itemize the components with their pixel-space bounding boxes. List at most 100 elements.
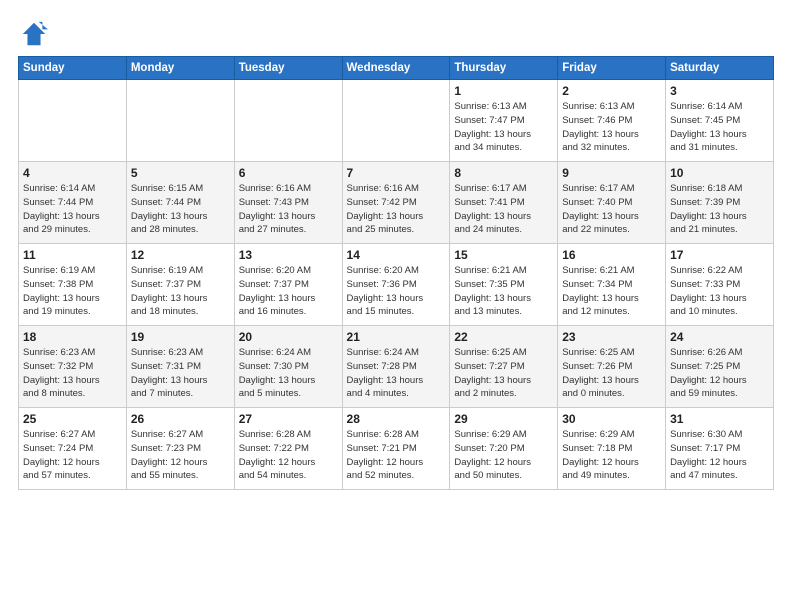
day-info: Sunrise: 6:17 AMSunset: 7:41 PMDaylight:… [454, 182, 553, 237]
calendar-week-row: 4 Sunrise: 6:14 AMSunset: 7:44 PMDaylight… [19, 162, 774, 244]
weekday-header: Sunday [19, 57, 127, 80]
day-number: 27 [239, 412, 338, 426]
calendar-day-cell: 7 Sunrise: 6:16 AMSunset: 7:42 PMDaylight… [342, 162, 450, 244]
calendar-day-cell: 19Sunrise: 6:23 AMSunset: 7:31 PMDayligh… [126, 326, 234, 408]
day-number: 1 [454, 84, 553, 98]
day-info: Sunrise: 6:14 AMSunset: 7:44 PMDaylight:… [23, 182, 122, 237]
day-number: 14 [347, 248, 446, 262]
day-number: 28 [347, 412, 446, 426]
day-info: Sunrise: 6:19 AMSunset: 7:38 PMDaylight:… [23, 264, 122, 319]
day-number: 29 [454, 412, 553, 426]
day-number: 8 [454, 166, 553, 180]
calendar-header: SundayMondayTuesdayWednesdayThursdayFrid… [19, 57, 774, 80]
calendar-day-cell: 9 Sunrise: 6:17 AMSunset: 7:40 PMDaylight… [558, 162, 666, 244]
day-number: 17 [670, 248, 769, 262]
day-number: 11 [23, 248, 122, 262]
day-number: 7 [347, 166, 446, 180]
day-info: Sunrise: 6:13 AMSunset: 7:46 PMDaylight:… [562, 100, 661, 155]
day-info: Sunrise: 6:15 AMSunset: 7:44 PMDaylight:… [131, 182, 230, 237]
day-info: Sunrise: 6:24 AMSunset: 7:28 PMDaylight:… [347, 346, 446, 401]
weekday-header: Wednesday [342, 57, 450, 80]
day-info: Sunrise: 6:22 AMSunset: 7:33 PMDaylight:… [670, 264, 769, 319]
day-number: 31 [670, 412, 769, 426]
header [18, 16, 774, 48]
calendar-day-cell: 3 Sunrise: 6:14 AMSunset: 7:45 PMDaylight… [666, 80, 774, 162]
calendar-day-cell: 16Sunrise: 6:21 AMSunset: 7:34 PMDayligh… [558, 244, 666, 326]
day-info: Sunrise: 6:27 AMSunset: 7:24 PMDaylight:… [23, 428, 122, 483]
calendar-day-cell: 11 Sunrise: 6:19 AMSunset: 7:38 PMDayligh… [19, 244, 127, 326]
day-number: 9 [562, 166, 661, 180]
weekday-header: Tuesday [234, 57, 342, 80]
calendar-day-cell: 22 Sunrise: 6:25 AMSunset: 7:27 PMDayligh… [450, 326, 558, 408]
day-info: Sunrise: 6:24 AMSunset: 7:30 PMDaylight:… [239, 346, 338, 401]
day-number: 30 [562, 412, 661, 426]
weekday-header: Friday [558, 57, 666, 80]
calendar-day-cell: 12 Sunrise: 6:19 AMSunset: 7:37 PMDayligh… [126, 244, 234, 326]
calendar-day-cell: 28 Sunrise: 6:28 AMSunset: 7:21 PMDayligh… [342, 408, 450, 490]
calendar-day-cell: 5 Sunrise: 6:15 AMSunset: 7:44 PMDaylight… [126, 162, 234, 244]
day-info: Sunrise: 6:27 AMSunset: 7:23 PMDaylight:… [131, 428, 230, 483]
calendar-day-cell [19, 80, 127, 162]
day-number: 26 [131, 412, 230, 426]
day-info: Sunrise: 6:16 AMSunset: 7:42 PMDaylight:… [347, 182, 446, 237]
calendar-day-cell: 17 Sunrise: 6:22 AMSunset: 7:33 PMDayligh… [666, 244, 774, 326]
day-number: 6 [239, 166, 338, 180]
calendar-day-cell: 10 Sunrise: 6:18 AMSunset: 7:39 PMDayligh… [666, 162, 774, 244]
calendar-day-cell: 6 Sunrise: 6:16 AMSunset: 7:43 PMDaylight… [234, 162, 342, 244]
calendar-day-cell: 15Sunrise: 6:21 AMSunset: 7:35 PMDayligh… [450, 244, 558, 326]
day-info: Sunrise: 6:28 AMSunset: 7:21 PMDaylight:… [347, 428, 446, 483]
calendar-day-cell: 1 Sunrise: 6:13 AMSunset: 7:47 PMDaylight… [450, 80, 558, 162]
weekday-header: Saturday [666, 57, 774, 80]
day-info: Sunrise: 6:16 AMSunset: 7:43 PMDaylight:… [239, 182, 338, 237]
calendar-day-cell: 21 Sunrise: 6:24 AMSunset: 7:28 PMDayligh… [342, 326, 450, 408]
logo [18, 20, 48, 48]
calendar-day-cell: 13 Sunrise: 6:20 AMSunset: 7:37 PMDayligh… [234, 244, 342, 326]
day-info: Sunrise: 6:26 AMSunset: 7:25 PMDaylight:… [670, 346, 769, 401]
calendar-day-cell: 27Sunrise: 6:28 AMSunset: 7:22 PMDayligh… [234, 408, 342, 490]
day-info: Sunrise: 6:17 AMSunset: 7:40 PMDaylight:… [562, 182, 661, 237]
calendar-day-cell: 18Sunrise: 6:23 AMSunset: 7:32 PMDayligh… [19, 326, 127, 408]
calendar-week-row: 18Sunrise: 6:23 AMSunset: 7:32 PMDayligh… [19, 326, 774, 408]
calendar-day-cell: 26 Sunrise: 6:27 AMSunset: 7:23 PMDayligh… [126, 408, 234, 490]
weekday-header: Monday [126, 57, 234, 80]
calendar-day-cell: 23 Sunrise: 6:25 AMSunset: 7:26 PMDayligh… [558, 326, 666, 408]
day-info: Sunrise: 6:19 AMSunset: 7:37 PMDaylight:… [131, 264, 230, 319]
calendar-day-cell: 31 Sunrise: 6:30 AMSunset: 7:17 PMDayligh… [666, 408, 774, 490]
day-number: 4 [23, 166, 122, 180]
day-number: 10 [670, 166, 769, 180]
day-info: Sunrise: 6:13 AMSunset: 7:47 PMDaylight:… [454, 100, 553, 155]
calendar-day-cell: 29 Sunrise: 6:29 AMSunset: 7:20 PMDayligh… [450, 408, 558, 490]
day-info: Sunrise: 6:25 AMSunset: 7:27 PMDaylight:… [454, 346, 553, 401]
day-number: 5 [131, 166, 230, 180]
calendar-week-row: 11 Sunrise: 6:19 AMSunset: 7:38 PMDayligh… [19, 244, 774, 326]
weekday-row: SundayMondayTuesdayWednesdayThursdayFrid… [19, 57, 774, 80]
day-info: Sunrise: 6:14 AMSunset: 7:45 PMDaylight:… [670, 100, 769, 155]
day-info: Sunrise: 6:20 AMSunset: 7:37 PMDaylight:… [239, 264, 338, 319]
day-info: Sunrise: 6:18 AMSunset: 7:39 PMDaylight:… [670, 182, 769, 237]
day-number: 16 [562, 248, 661, 262]
day-number: 23 [562, 330, 661, 344]
day-info: Sunrise: 6:29 AMSunset: 7:20 PMDaylight:… [454, 428, 553, 483]
day-info: Sunrise: 6:30 AMSunset: 7:17 PMDaylight:… [670, 428, 769, 483]
day-number: 24 [670, 330, 769, 344]
calendar-week-row: 25Sunrise: 6:27 AMSunset: 7:24 PMDayligh… [19, 408, 774, 490]
day-number: 3 [670, 84, 769, 98]
day-info: Sunrise: 6:25 AMSunset: 7:26 PMDaylight:… [562, 346, 661, 401]
calendar-day-cell [234, 80, 342, 162]
day-number: 20 [239, 330, 338, 344]
day-number: 13 [239, 248, 338, 262]
day-info: Sunrise: 6:21 AMSunset: 7:35 PMDaylight:… [454, 264, 553, 319]
calendar-body: 1 Sunrise: 6:13 AMSunset: 7:47 PMDaylight… [19, 80, 774, 490]
day-number: 12 [131, 248, 230, 262]
day-number: 21 [347, 330, 446, 344]
calendar-day-cell: 8 Sunrise: 6:17 AMSunset: 7:41 PMDaylight… [450, 162, 558, 244]
calendar-week-row: 1 Sunrise: 6:13 AMSunset: 7:47 PMDaylight… [19, 80, 774, 162]
logo-icon [20, 20, 48, 48]
calendar-day-cell: 2Sunrise: 6:13 AMSunset: 7:46 PMDaylight… [558, 80, 666, 162]
calendar-day-cell: 24 Sunrise: 6:26 AMSunset: 7:25 PMDayligh… [666, 326, 774, 408]
calendar-table: SundayMondayTuesdayWednesdayThursdayFrid… [18, 56, 774, 490]
page: SundayMondayTuesdayWednesdayThursdayFrid… [0, 0, 792, 612]
day-number: 22 [454, 330, 553, 344]
day-info: Sunrise: 6:23 AMSunset: 7:32 PMDaylight:… [23, 346, 122, 401]
calendar-day-cell: 25Sunrise: 6:27 AMSunset: 7:24 PMDayligh… [19, 408, 127, 490]
